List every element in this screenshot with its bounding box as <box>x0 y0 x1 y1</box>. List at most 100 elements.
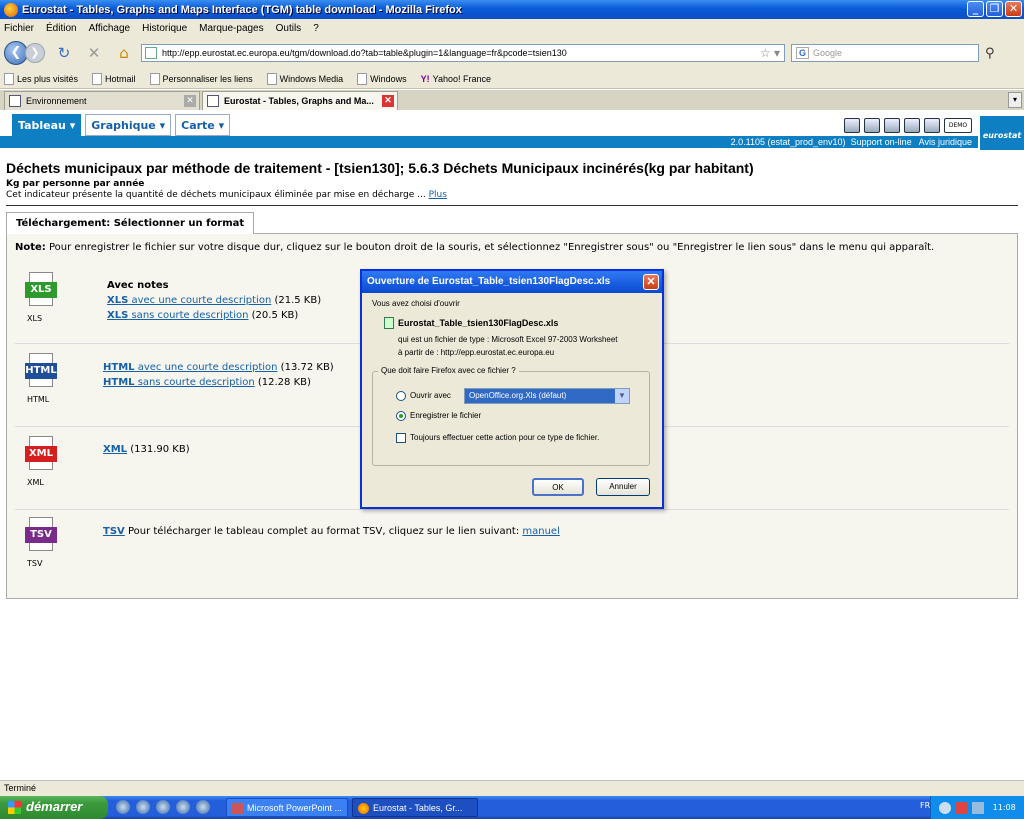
bookmark-item[interactable]: Windows Media <box>266 72 343 85</box>
bookmark-icon <box>4 72 14 85</box>
xls-heading: Avec notes <box>107 280 169 291</box>
home-icon[interactable]: ⌂ <box>113 44 135 62</box>
save-file-radio[interactable] <box>396 411 406 421</box>
tab-list-icon[interactable]: ▾ <box>1008 92 1022 108</box>
xml-link[interactable]: XML <box>103 444 127 455</box>
xls-file-icon: XLS XLS <box>23 272 59 323</box>
menu-tableau[interactable]: Tableau ▾ <box>12 114 82 136</box>
volume-icon[interactable] <box>972 801 985 814</box>
more-link[interactable]: Plus <box>429 190 447 200</box>
maximize-button[interactable]: ❐ <box>986 1 1003 17</box>
dialog-title: Ouverture de Eurostat_Table_tsien130Flag… <box>367 276 611 287</box>
quick-launch <box>116 800 210 814</box>
task-firefox[interactable]: Eurostat - Tables, Gr... <box>352 798 478 817</box>
menu-graphique[interactable]: Graphique ▾ <box>85 114 172 136</box>
bookmark-icon <box>149 72 160 85</box>
tab-favicon <box>9 95 21 107</box>
task-powerpoint[interactable]: Microsoft PowerPoint ... <box>226 798 348 817</box>
firefox-icon <box>358 803 369 814</box>
bookmark-item[interactable]: Windows <box>357 72 407 85</box>
stop-icon[interactable]: ✕ <box>83 44 105 62</box>
xls-without-description-link[interactable]: XLS sans courte description <box>107 310 248 321</box>
ie-icon[interactable] <box>116 800 130 814</box>
yahoo-icon: Y! <box>420 73 430 84</box>
search-icon[interactable]: ⚲ <box>985 46 995 61</box>
bookmark-item[interactable]: Les plus visités <box>4 72 78 85</box>
xls-with-description-link[interactable]: XLS avec une courte description <box>107 295 271 306</box>
menu-historique[interactable]: Historique <box>142 23 187 34</box>
menu-edition[interactable]: Édition <box>46 23 77 34</box>
dialog-titlebar: Ouverture de Eurostat_Table_tsien130Flag… <box>362 271 662 293</box>
start-button[interactable]: démarrer <box>0 796 108 819</box>
security-icon[interactable] <box>955 801 968 814</box>
forward-button[interactable]: ❯ <box>25 43 45 63</box>
bookmark-item[interactable]: Hotmail <box>92 72 136 85</box>
folder-icon[interactable] <box>924 118 940 133</box>
chevron-down-icon[interactable]: ▼ <box>615 389 629 403</box>
dialog-filename: Eurostat_Table_tsien130FlagDesc.xls <box>398 318 559 328</box>
menu-marque-pages[interactable]: Marque-pages <box>199 23 263 34</box>
bookmark-item[interactable]: Y! Yahoo! France <box>421 74 491 84</box>
tab-eurostat[interactable]: Eurostat - Tables, Graphs and Ma... ✕ <box>202 91 398 110</box>
bookmark-item[interactable]: Personnaliser les liens <box>149 72 253 85</box>
menu-help[interactable]: ? <box>313 23 319 34</box>
media-icon[interactable] <box>176 800 190 814</box>
page-subtitle: Kg par personne par année <box>6 179 145 189</box>
action-group-label: Que doit faire Firefox avec ce fichier ? <box>378 366 519 375</box>
url-bar[interactable]: http://epp.eurostat.ec.europa.eu/tgm/dow… <box>141 44 785 62</box>
tab-close-icon[interactable]: ✕ <box>184 95 196 107</box>
ok-button[interactable]: OK <box>532 478 584 496</box>
open-with-select[interactable]: OpenOffice.org.Xls (défaut) ▼ <box>464 388 630 404</box>
menu-carte[interactable]: Carte ▾ <box>175 114 231 136</box>
legal-link[interactable]: Avis juridique <box>919 137 972 147</box>
language-indicator[interactable]: FR <box>920 801 930 810</box>
tsv-manual-link[interactable]: manuel <box>522 526 559 537</box>
powerpoint-icon <box>232 803 243 814</box>
taskbar: démarrer Microsoft PowerPoint ... Eurost… <box>0 796 1024 819</box>
version-text: 2.0.1105 (estat_prod_env10) <box>730 137 846 147</box>
table-icon[interactable] <box>844 118 860 133</box>
print-icon[interactable] <box>904 118 920 133</box>
tab-environnement[interactable]: Environnement ✕ <box>4 91 200 110</box>
close-window-button[interactable]: ✕ <box>1005 1 1022 17</box>
search-engine-icon[interactable]: G <box>796 47 810 59</box>
html-with-description-link[interactable]: HTML avec une courte description <box>103 362 278 373</box>
tab-close-icon[interactable]: ✕ <box>382 95 394 107</box>
tab-favicon <box>207 95 219 107</box>
dialog-file-type: qui est un fichier de type : Microsoft E… <box>398 335 618 344</box>
network-icon[interactable] <box>939 801 951 814</box>
search-placeholder: Google <box>813 48 843 58</box>
menu-outils[interactable]: Outils <box>276 23 302 34</box>
messenger-icon[interactable] <box>156 800 170 814</box>
menu-affichage[interactable]: Affichage <box>89 23 131 34</box>
save-icon[interactable] <box>884 118 900 133</box>
menu-fichier[interactable]: Fichier <box>4 23 34 34</box>
search-bar[interactable]: G Google <box>791 44 979 62</box>
bookmarks-toolbar: Les plus visités Hotmail Personnaliser l… <box>0 69 1024 89</box>
cancel-button[interactable]: Annuler <box>596 478 650 496</box>
demo-button[interactable]: DEMO <box>944 118 972 133</box>
always-checkbox[interactable] <box>396 433 406 443</box>
firefox-quicklaunch-icon[interactable] <box>196 800 210 814</box>
html-without-description-link[interactable]: HTML sans courte description <box>103 377 255 388</box>
eurostat-logo[interactable]: eurostat <box>980 116 1024 150</box>
download-note: Note: Pour enregistrer le fichier sur vo… <box>15 242 935 253</box>
tab-download-format[interactable]: Téléchargement: Sélectionner un format <box>6 212 255 234</box>
bookmark-star-icon[interactable]: ☆ ▾ <box>760 46 780 60</box>
save-file-label: Enregistrer le fichier <box>410 411 482 420</box>
outlook-icon[interactable] <box>136 800 150 814</box>
html-file-icon: HTML HTML <box>23 353 59 404</box>
dialog-close-icon[interactable]: ✕ <box>643 274 659 290</box>
info-icon[interactable] <box>864 118 880 133</box>
support-link[interactable]: Support on-line <box>851 137 912 147</box>
window-titlebar: Eurostat - Tables, Graphs and Maps Inter… <box>0 0 1024 19</box>
open-with-radio[interactable] <box>396 391 406 401</box>
site-identity-icon[interactable] <box>145 47 157 59</box>
status-text: Terminé <box>4 783 37 793</box>
minimize-button[interactable]: _ <box>967 1 984 17</box>
tsv-link[interactable]: TSV <box>103 526 125 537</box>
dialog-intro: Vous avez choisi d'ouvrir <box>372 299 460 308</box>
reload-icon[interactable]: ↻ <box>53 44 75 62</box>
status-bar: Terminé <box>0 780 1024 796</box>
bookmark-icon <box>357 72 368 85</box>
